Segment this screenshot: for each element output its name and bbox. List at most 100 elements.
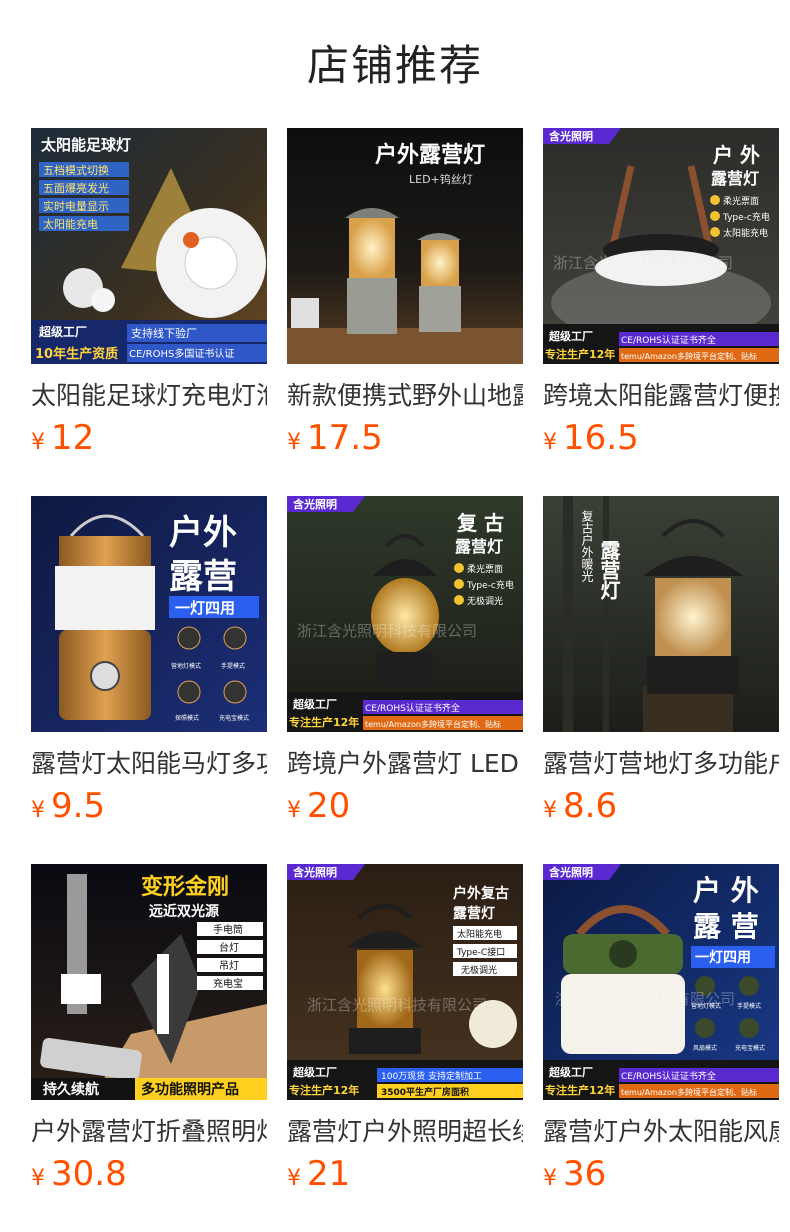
svg-text:持久续航: 持久续航 xyxy=(43,1081,99,1098)
svg-text:无极调光: 无极调光 xyxy=(467,595,503,607)
svg-text:户外露营灯: 户外露营灯 xyxy=(375,142,485,168)
product-image[interactable]: 含光照明 户 外 露营灯 柔光票面 Type-c充电 太阳能充电 浙江含光照明科… xyxy=(543,128,779,364)
watermark: 浙江含光照明科技有限公司 xyxy=(555,990,735,1008)
product-price: ¥36 xyxy=(543,1152,606,1196)
product-price: ¥8.6 xyxy=(543,784,617,828)
product-image[interactable]: 复古户外暖光 露营灯 xyxy=(543,496,779,732)
product-image[interactable]: 变形金刚 远近双光源 手电筒 台灯 吊灯 充电宝 持久续航 多功能照明产品 xyxy=(31,864,267,1100)
product-card[interactable]: 太阳能足球灯 五档模式切换 五面爆亮发光 实时电量显示 太阳能充电 超级工厂 1… xyxy=(31,128,267,458)
svg-text:3500平生产厂房面积: 3500平生产厂房面积 xyxy=(381,1086,469,1098)
svg-text:超级工厂: 超级工厂 xyxy=(292,697,337,711)
svg-text:充电宝模式: 充电宝模式 xyxy=(735,1044,765,1052)
product-image[interactable]: 含光照明 户外复古 露营灯 太阳能充电 Type-C接口 无极调光 浙江含光照明… xyxy=(287,864,523,1100)
svg-text:10年生产资质: 10年生产资质 xyxy=(35,346,118,362)
svg-text:探照模式: 探照模式 xyxy=(175,714,199,722)
currency-symbol: ¥ xyxy=(287,1166,301,1191)
currency-symbol: ¥ xyxy=(287,798,301,823)
svg-text:手提模式: 手提模式 xyxy=(737,1002,761,1010)
product-price: ¥30.8 xyxy=(31,1152,127,1196)
product-card[interactable]: 复古户外暖光 露营灯 露营灯营地灯多功能户外 ¥8.6 xyxy=(543,496,779,826)
price-value: 16.5 xyxy=(563,418,639,458)
currency-symbol: ¥ xyxy=(543,1166,557,1191)
svg-text:露营灯: 露营灯 xyxy=(453,905,495,922)
product-image[interactable]: 含光照明 户 外 露 营 一灯四用 营地灯模式 手提模式 风扇模式 充电宝模式 … xyxy=(543,864,779,1100)
product-name[interactable]: 太阳能足球灯充电灯泡 xyxy=(31,378,267,414)
svg-text:100万现货 支持定制加工: 100万现货 支持定制加工 xyxy=(381,1070,482,1082)
svg-text:含光照明: 含光照明 xyxy=(548,129,593,143)
watermark: 浙江含光照明科技有限公司 xyxy=(297,622,477,640)
currency-symbol: ¥ xyxy=(543,798,557,823)
svg-text:复古户外暖光: 复古户外暖光 xyxy=(580,510,594,582)
svg-text:含光照明: 含光照明 xyxy=(292,865,337,879)
svg-text:temu/Amazon多跨境平台定制、贴标: temu/Amazon多跨境平台定制、贴标 xyxy=(621,1087,757,1097)
product-card[interactable]: 户外露营灯 LED+钨丝灯 新款便携式野外山地露营灯 ¥17.5 xyxy=(287,128,523,458)
svg-text:露 营: 露 营 xyxy=(693,910,759,943)
product-image[interactable]: 含光照明 复 古 露营灯 柔光票面 Type-c充电 无极调光 浙江含光照明科技… xyxy=(287,496,523,732)
product-price: ¥20 xyxy=(287,784,350,828)
svg-text:露营灯: 露营灯 xyxy=(597,540,621,601)
product-card[interactable]: 含光照明 户外复古 露营灯 太阳能充电 Type-C接口 无极调光 浙江含光照明… xyxy=(287,864,523,1194)
svg-text:含光照明: 含光照明 xyxy=(292,497,337,511)
price-value: 30.8 xyxy=(51,1154,127,1194)
svg-text:Type-c充电: Type-c充电 xyxy=(466,579,514,591)
svg-text:手提模式: 手提模式 xyxy=(221,662,245,670)
product-card[interactable]: 含光照明 户 外 露营灯 柔光票面 Type-c充电 太阳能充电 浙江含光照明科… xyxy=(543,128,779,458)
product-card[interactable]: 户外 露营 一灯四用 营地灯模式 手提模式 探照模式 充电宝模式 露营灯太阳能马… xyxy=(31,496,267,826)
product-image[interactable]: 户外 露营 一灯四用 营地灯模式 手提模式 探照模式 充电宝模式 xyxy=(31,496,267,732)
svg-text:台灯: 台灯 xyxy=(219,941,239,954)
svg-text:CE/ROHS认证证书齐全: CE/ROHS认证证书齐全 xyxy=(365,702,460,714)
product-card[interactable]: 变形金刚 远近双光源 手电筒 台灯 吊灯 充电宝 持久续航 多功能照明产品 户外… xyxy=(31,864,267,1194)
svg-text:充电宝: 充电宝 xyxy=(213,977,243,990)
price-value: 17.5 xyxy=(307,418,383,458)
product-name[interactable]: 新款便携式野外山地露营灯 xyxy=(287,378,523,414)
price-value: 36 xyxy=(563,1154,607,1194)
product-name[interactable]: 露营灯太阳能马灯多功能 xyxy=(31,746,267,782)
svg-text:浙江含光照明科技有限公司: 浙江含光照明科技有限公司 xyxy=(553,254,733,272)
svg-text:太阳能充电: 太阳能充电 xyxy=(723,227,768,239)
currency-symbol: ¥ xyxy=(31,430,45,455)
product-price: ¥17.5 xyxy=(287,416,383,460)
product-card[interactable]: 含光照明 复 古 露营灯 柔光票面 Type-c充电 无极调光 浙江含光照明科技… xyxy=(287,496,523,826)
product-name[interactable]: 跨境太阳能露营灯便携式 xyxy=(543,378,779,414)
product-price: ¥21 xyxy=(287,1152,350,1196)
svg-text:露营灯: 露营灯 xyxy=(455,537,503,556)
product-card[interactable]: 含光照明 户 外 露 营 一灯四用 营地灯模式 手提模式 风扇模式 充电宝模式 … xyxy=(543,864,779,1194)
svg-text:超级工厂: 超级工厂 xyxy=(292,1065,337,1079)
currency-symbol: ¥ xyxy=(287,430,301,455)
svg-text:浙江含光照明科技有限公司: 浙江含光照明科技有限公司 xyxy=(307,996,487,1014)
price-value: 9.5 xyxy=(51,786,106,826)
svg-text:专注生产12年: 专注生产12年 xyxy=(545,347,615,361)
svg-text:远近双光源: 远近双光源 xyxy=(149,903,219,920)
svg-text:户外复古: 户外复古 xyxy=(453,885,509,902)
price-value: 21 xyxy=(307,1154,351,1194)
svg-text:无极调光: 无极调光 xyxy=(461,964,497,976)
svg-text:复 古: 复 古 xyxy=(456,511,504,535)
svg-text:专注生产12年: 专注生产12年 xyxy=(289,715,359,729)
svg-text:柔光票面: 柔光票面 xyxy=(723,195,759,207)
product-name[interactable]: 户外露营灯折叠照明灯 xyxy=(31,1114,267,1150)
svg-text:Type-c充电: Type-c充电 xyxy=(722,211,770,223)
product-name[interactable]: 露营灯营地灯多功能户外 xyxy=(543,746,779,782)
price-value: 20 xyxy=(307,786,351,826)
svg-text:露营灯: 露营灯 xyxy=(711,169,759,188)
svg-text:LED+钨丝灯: LED+钨丝灯 xyxy=(409,173,473,186)
watermark: 浙江含光照明科技有限公司 xyxy=(307,996,487,1014)
brand-tag: 含光照明 xyxy=(292,865,337,879)
watermark: 浙江含光照明科技有限公司 xyxy=(553,254,733,272)
svg-text:多功能照明产品: 多功能照明产品 xyxy=(141,1081,239,1098)
product-name[interactable]: 露营灯户外太阳能风扇灯 xyxy=(543,1114,779,1150)
svg-text:一灯四用: 一灯四用 xyxy=(175,599,235,617)
svg-text:风扇模式: 风扇模式 xyxy=(693,1044,717,1052)
svg-text:五面爆亮发光: 五面爆亮发光 xyxy=(43,181,109,195)
product-image[interactable]: 户外露营灯 LED+钨丝灯 xyxy=(287,128,523,364)
svg-text:户外: 户外 xyxy=(169,513,237,553)
svg-text:超级工厂: 超级工厂 xyxy=(548,1065,593,1079)
svg-text:超级工厂: 超级工厂 xyxy=(38,324,87,339)
svg-text:浙江含光照明科技有限公司: 浙江含光照明科技有限公司 xyxy=(297,622,477,640)
product-name[interactable]: 跨境户外露营灯 LED xyxy=(287,746,523,782)
svg-text:超级工厂: 超级工厂 xyxy=(548,329,593,343)
svg-text:营地灯模式: 营地灯模式 xyxy=(171,662,201,670)
product-image[interactable]: 太阳能足球灯 五档模式切换 五面爆亮发光 实时电量显示 太阳能充电 超级工厂 1… xyxy=(31,128,267,364)
svg-text:专注生产12年: 专注生产12年 xyxy=(289,1083,359,1097)
product-name[interactable]: 露营灯户外照明超长续航 xyxy=(287,1114,523,1150)
